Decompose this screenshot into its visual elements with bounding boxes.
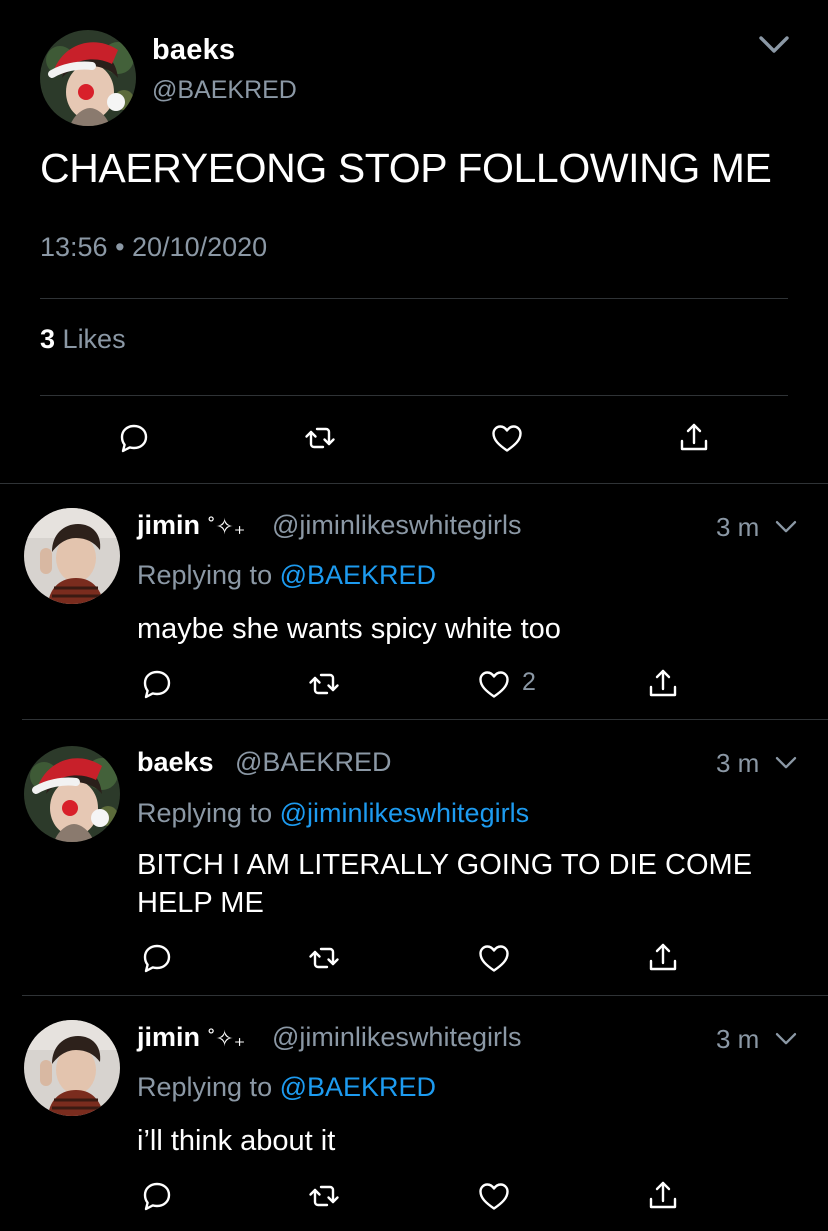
avatar-image [24,508,120,604]
share-icon[interactable] [645,940,681,976]
reply-icon[interactable] [116,420,152,456]
mention-link[interactable]: @BAEKRED [280,1072,436,1102]
tweet-text: CHAERYEONG STOP FOLLOWING ME [40,145,772,191]
divider [40,298,788,299]
likes-count: 3 [40,324,56,354]
avatar-image [40,30,136,126]
reply-author-name-text: jimin [137,510,201,540]
share-icon[interactable] [676,420,712,456]
reply-time: 3 m [716,1024,760,1054]
author-handle[interactable]: @BAEKRED [152,76,297,105]
share-icon[interactable] [645,1178,681,1214]
reply-author-name[interactable]: baeks [137,747,214,778]
retweet-icon[interactable] [302,420,338,456]
share-icon[interactable] [645,666,681,702]
reply-text: i’ll think about it [137,1125,336,1157]
replying-prefix: Replying to [137,798,273,828]
replying-to: Replying to @BAEKRED [137,1072,436,1103]
reply-author-name[interactable]: jimin ˚✧₊ [137,510,245,541]
main-tweet: baeks @BAEKRED CHAERYEONG STOP FOLLOWING… [0,0,828,484]
reply-author-name-text: jimin [137,1022,201,1052]
replying-to: Replying to @BAEKRED [137,560,436,591]
reply-text: maybe she wants spicy white too [137,613,561,645]
mention-link[interactable]: @jiminlikeswhitegirls [280,798,529,828]
avatar[interactable] [24,1020,120,1116]
retweet-icon[interactable] [306,1178,342,1214]
reply-time: 3 m [716,748,760,778]
reply-icon[interactable] [139,1178,175,1214]
replying-to: Replying to @jiminlikeswhitegirls [137,798,529,829]
reply-tweet[interactable]: baeks @BAEKRED 3 m Replying to @jiminlik… [0,720,828,996]
author-name[interactable]: baeks [152,34,235,67]
reply-icon[interactable] [139,940,175,976]
name-decoration: ˚✧₊ [208,1026,246,1051]
avatar[interactable] [40,30,136,126]
likes-label: Likes [62,324,126,354]
name-decoration: ˚✧₊ [208,514,246,539]
reply-time: 3 m [716,512,760,542]
divider [40,395,788,396]
like-icon[interactable] [476,940,512,976]
reply-text: BITCH I AM LITERALLY GOING TO DIE COME H… [137,849,753,919]
chevron-down-icon[interactable] [774,518,798,536]
reply-icon[interactable] [139,666,175,702]
reply-author-handle[interactable]: @jiminlikeswhitegirls [272,510,521,541]
reply-author-name[interactable]: jimin ˚✧₊ [137,1022,245,1053]
chevron-down-icon[interactable] [774,1030,798,1048]
chevron-down-icon[interactable] [774,754,798,772]
replying-prefix: Replying to [137,1072,273,1102]
reply-tweet[interactable]: jimin ˚✧₊ @jiminlikeswhitegirls 3 m Reply… [0,996,828,1231]
chevron-down-icon[interactable] [757,32,791,58]
avatar[interactable] [24,508,120,604]
avatar-image [24,746,120,842]
mention-link[interactable]: @BAEKRED [280,560,436,590]
reply-author-handle[interactable]: @BAEKRED [235,747,391,778]
replying-prefix: Replying to [137,560,273,590]
tweet-timestamp: 13:56 • 20/10/2020 [40,232,268,262]
like-icon[interactable] [489,420,525,456]
reply-author-name-text: baeks [137,747,214,777]
like-count: 2 [522,668,536,696]
like-icon[interactable] [476,1178,512,1214]
avatar[interactable] [24,746,120,842]
likes-stat[interactable]: 3 Likes [40,324,126,355]
like-icon[interactable] [476,666,512,702]
reply-author-handle[interactable]: @jiminlikeswhitegirls [272,1022,521,1053]
avatar-image [24,1020,120,1116]
retweet-icon[interactable] [306,940,342,976]
retweet-icon[interactable] [306,666,342,702]
reply-tweet[interactable]: jimin ˚✧₊ @jiminlikeswhitegirls 3 m Reply… [0,484,828,720]
